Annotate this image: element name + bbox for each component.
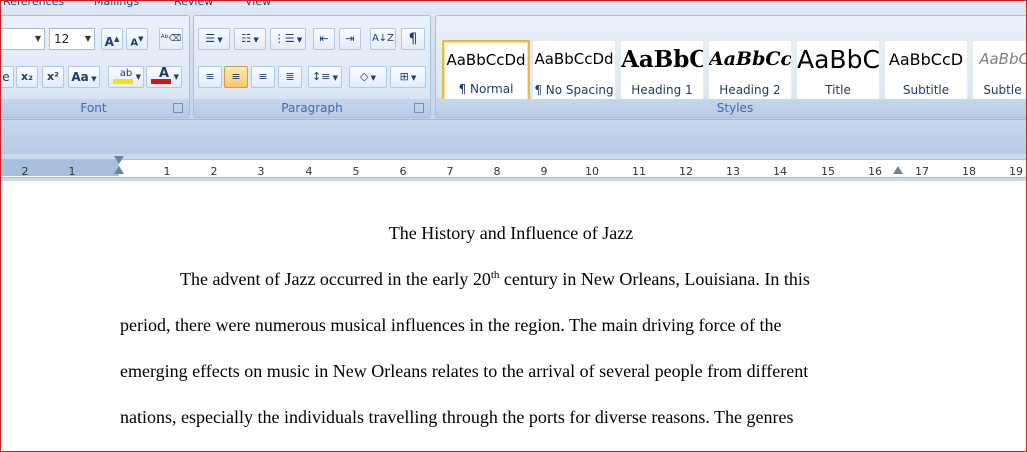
- ruler-number: 14: [773, 165, 787, 178]
- tab-view[interactable]: View: [245, 1, 271, 8]
- ruler-number: 18: [962, 165, 976, 178]
- paragraph-line: The advent of Jazz occurred in the early…: [180, 269, 810, 289]
- ruler-number: 19: [1009, 165, 1023, 178]
- word-window: References Mailings Review View ▼ 12 ▼ A▲…: [0, 0, 1027, 452]
- shading-icon[interactable]: ◇ ▼: [349, 66, 387, 88]
- chevron-down-icon[interactable]: ▼: [136, 67, 141, 87]
- align-center-icon[interactable]: ≡: [224, 66, 248, 88]
- right-indent-marker[interactable]: [893, 166, 903, 174]
- style-subtitle[interactable]: AaBbCcD Subtitle: [884, 40, 968, 102]
- style-title[interactable]: AaBbC Title: [796, 40, 880, 102]
- tab-mailings[interactable]: Mailings: [94, 1, 139, 8]
- ruler-margin-left: [1, 159, 119, 176]
- change-case-button[interactable]: Aa ▼: [68, 66, 100, 88]
- ribbon-tabs: References Mailings Review View: [1, 1, 301, 8]
- ruler-number: 3: [257, 165, 265, 178]
- paragraph-line: emerging effects on music in New Orleans…: [120, 361, 809, 381]
- font-color-swatch: [151, 79, 171, 84]
- style-heading-2[interactable]: AaBbCc Heading 2: [708, 40, 792, 102]
- style-subtle-emphasis[interactable]: AaBbCcD Subtle Em: [972, 40, 1026, 102]
- styles-group: AaBbCcDd ¶ Normal AaBbCcDd ¶ No Spacing …: [435, 15, 1026, 118]
- ruler-number: 5: [352, 165, 360, 178]
- ruler-number: 2: [21, 165, 29, 178]
- font-size-combo[interactable]: 12 ▼: [49, 28, 95, 50]
- borders-icon[interactable]: ⊞ ▼: [390, 66, 426, 88]
- ribbon-bottom-band: [1, 119, 1026, 155]
- paragraph-group-title: Paragraph: [194, 99, 430, 117]
- ruler-number: 11: [632, 165, 646, 178]
- justify-icon[interactable]: ≣: [278, 66, 302, 88]
- paragraph-dialog-launcher-icon[interactable]: [414, 103, 424, 113]
- paragraph-line: nations, especially the individuals trav…: [120, 407, 794, 427]
- ruler-number: 16: [868, 165, 882, 178]
- ruler-number: 17: [915, 165, 929, 178]
- superscript-button[interactable]: x²: [42, 66, 64, 88]
- ruler-number: 12: [679, 165, 693, 178]
- tab-review[interactable]: Review: [174, 1, 213, 8]
- horizontal-ruler[interactable]: 2 1 1 2 3 4 5 6 7 8 9 10 11 12 13 14 15 …: [1, 154, 1026, 181]
- style-no-spacing[interactable]: AaBbCcDd ¶ No Spacing: [532, 40, 616, 102]
- decrease-indent-icon[interactable]: ⇤: [313, 28, 335, 50]
- ruler-number: 13: [726, 165, 740, 178]
- font-group-title: Font: [1, 99, 189, 117]
- font-group: ▼ 12 ▼ A▲ A▼ ᴬᵇ⌫ e x₂ x² Aa ▼ ab ▼ A ▼ Fo…: [1, 15, 190, 118]
- ruler-number: 10: [585, 165, 599, 178]
- ruler-number: 1: [163, 165, 171, 178]
- hanging-indent-marker[interactable]: [114, 166, 124, 174]
- style-normal[interactable]: AaBbCcDd ¶ Normal: [442, 40, 530, 102]
- ruler-number: 15: [821, 165, 835, 178]
- font-name-combo[interactable]: ▼: [1, 28, 45, 50]
- tab-references[interactable]: References: [3, 1, 64, 8]
- show-formatting-button[interactable]: ¶: [401, 28, 425, 50]
- clear-format-icon[interactable]: ᴬᵇ⌫: [159, 28, 183, 50]
- align-left-icon[interactable]: ≡: [198, 66, 222, 88]
- numbering-icon[interactable]: ☷ ▼: [234, 28, 266, 50]
- ruler-number: 2: [210, 165, 218, 178]
- ruler-number: 7: [446, 165, 454, 178]
- ruler-number: 9: [540, 165, 548, 178]
- ruler-number: 4: [305, 165, 313, 178]
- strikethrough-icon[interactable]: e: [1, 66, 14, 88]
- chevron-down-icon[interactable]: ▼: [85, 29, 91, 49]
- ruler-number: 8: [493, 165, 501, 178]
- ribbon: References Mailings Review View ▼ 12 ▼ A▲…: [1, 1, 1026, 119]
- shrink-font-icon[interactable]: A▼: [126, 28, 148, 50]
- bullets-icon[interactable]: ☰ ▼: [198, 28, 230, 50]
- chevron-down-icon[interactable]: ▼: [174, 67, 179, 87]
- paragraph-line: period, there were numerous musical infl…: [120, 315, 782, 335]
- font-dialog-launcher-icon[interactable]: [173, 103, 183, 113]
- paragraph-group: ☰ ▼ ☷ ▼ ⋮☰ ▼ ⇤ ⇥ A↓Z ¶ ≡ ≡ ≡ ≣ ↕≡ ▼ ◇ ▼ …: [193, 15, 431, 118]
- first-line-indent-marker[interactable]: [114, 156, 124, 164]
- style-heading-1[interactable]: AaBbC Heading 1: [620, 40, 704, 102]
- font-size-value: 12: [54, 32, 70, 46]
- highlight-button[interactable]: ab ▼: [108, 66, 144, 88]
- ruler-number: 1: [68, 165, 76, 178]
- document-page[interactable]: The History and Influence of Jazz The ad…: [1, 181, 1026, 451]
- ruler-number: 6: [399, 165, 407, 178]
- align-right-icon[interactable]: ≡: [251, 66, 275, 88]
- highlight-icon: ab: [119, 68, 133, 79]
- increase-indent-icon[interactable]: ⇥: [339, 28, 361, 50]
- highlight-color-swatch: [113, 79, 133, 84]
- font-color-button[interactable]: A ▼: [146, 66, 182, 88]
- multilevel-list-icon[interactable]: ⋮☰ ▼: [270, 28, 306, 50]
- subscript-button[interactable]: x₂: [16, 66, 38, 88]
- grow-font-icon[interactable]: A▲: [101, 28, 123, 50]
- document-title: The History and Influence of Jazz: [388, 223, 634, 243]
- sort-az-icon[interactable]: A↓Z: [370, 28, 396, 50]
- line-spacing-icon[interactable]: ↕≡ ▼: [308, 66, 342, 88]
- chevron-down-icon[interactable]: ▼: [35, 29, 41, 49]
- styles-group-title: Styles: [436, 99, 1026, 117]
